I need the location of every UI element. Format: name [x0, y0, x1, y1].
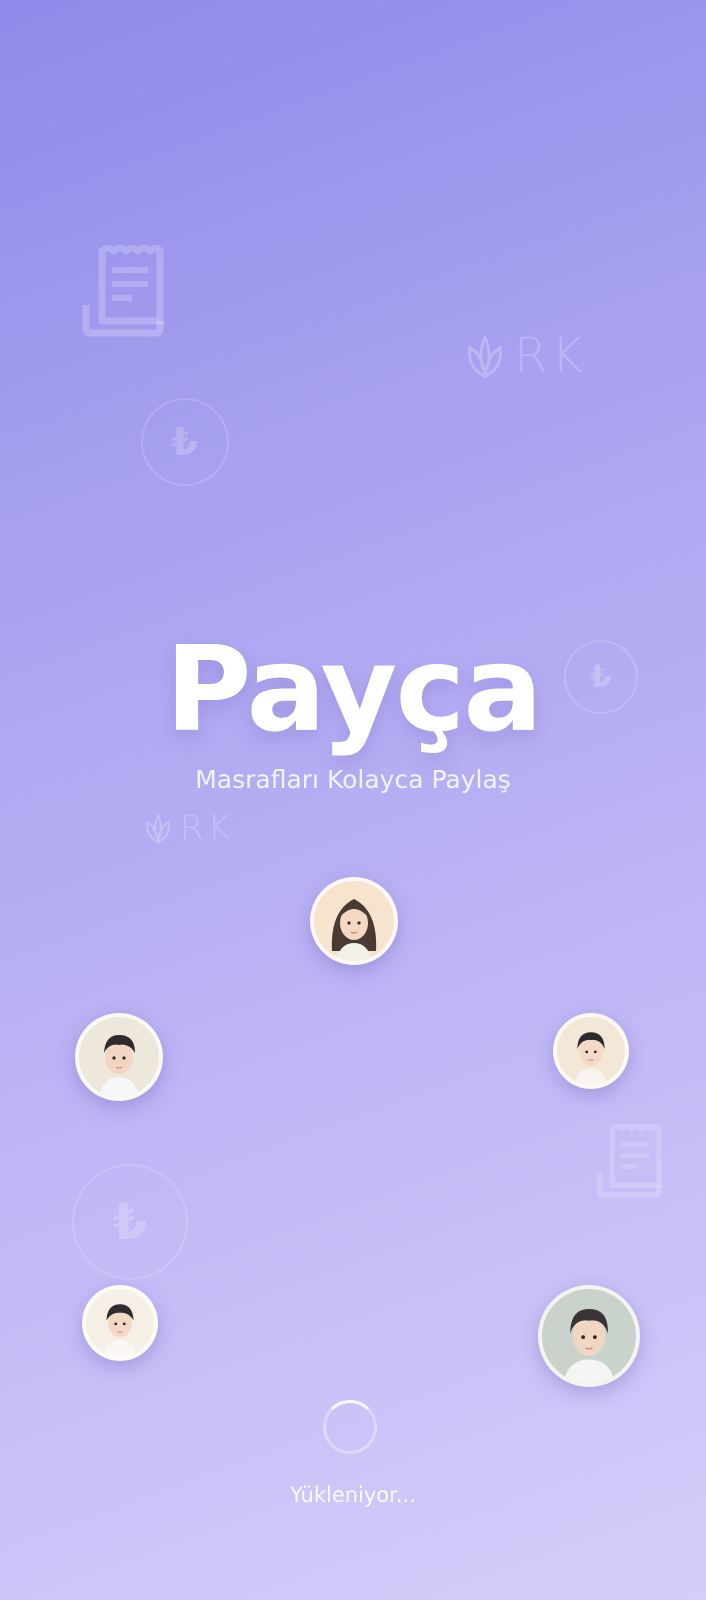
leaf-icon: [146, 813, 170, 844]
avatar-man: [553, 1013, 629, 1089]
receipt-icon: [82, 242, 166, 337]
logo-text: RK: [180, 808, 234, 848]
avatar-man: [75, 1013, 163, 1101]
receipt-icon: [596, 1121, 664, 1198]
app-subtitle: Masrafları Kolayca Paylaş: [195, 765, 511, 794]
leaf-icon: [468, 334, 502, 378]
app-title: Payça: [165, 620, 543, 758]
rk-logo: RK: [462, 328, 587, 384]
loading-spinner: [323, 1400, 377, 1454]
rk-logo: RK: [142, 808, 234, 848]
lira-symbol: ₺: [112, 1193, 148, 1251]
avatar-man: [82, 1285, 158, 1361]
logo-text: RK: [514, 328, 587, 384]
avatar-man: [538, 1285, 640, 1387]
lira-coin-icon: ₺: [141, 398, 229, 486]
avatar-woman: [310, 877, 398, 965]
lira-symbol: ₺: [171, 420, 199, 464]
loading-text: Yükleniyor...: [290, 1483, 416, 1507]
lira-coin-icon: ₺: [72, 1164, 188, 1280]
